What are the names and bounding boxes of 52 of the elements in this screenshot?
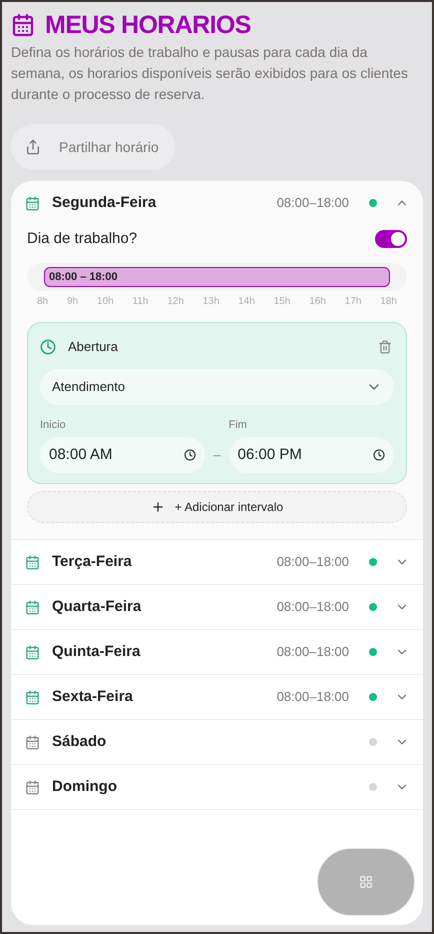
day-name: Quarta-Feira (52, 596, 142, 617)
day-name: Terça-Feira (52, 552, 133, 572)
hour-tick: 13h (202, 295, 220, 309)
day-hours: 08:00–18:00 (276, 643, 349, 662)
day-name: Sábado (52, 732, 108, 752)
hour-tick: 11h (132, 295, 148, 309)
day-hours: 08:00–18:00 (276, 598, 349, 616)
interval-type-select[interactable]: Atendimento (40, 368, 394, 404)
hour-tick: 12h (167, 295, 184, 309)
start-label: Inicio (40, 418, 67, 432)
hour-tick: 14h (238, 295, 255, 309)
end-label: Fim (228, 418, 248, 432)
hour-tick: 9h (66, 295, 78, 309)
interval-title: Abertura (68, 338, 119, 356)
page-title: MEUS HORARIOS (45, 10, 251, 40)
hour-tick: 17h (344, 295, 362, 309)
day-hours: 08:00–18:00 (276, 688, 349, 706)
hour-tick: 8h (37, 295, 48, 309)
day-name: Domingo (52, 776, 118, 797)
page-description: Defina os horários de trabalho e pausas para cada dia da semana, os horarios disponíveis serão exibidos para os clientes durante o processo de reserva. (11, 43, 409, 104)
clock-icon (373, 449, 386, 461)
clock-icon (184, 449, 196, 461)
hour-tick: 15h (274, 295, 290, 309)
day-row[interactable]: Quinta-Feira 08:00–18:00 (11, 630, 423, 674)
day-row[interactable]: Domingo (11, 765, 423, 809)
share-button[interactable]: Partilhar horário (11, 124, 175, 170)
time-range-bar: 08:00 – 18:00 (44, 267, 390, 287)
calendar-icon (11, 13, 35, 37)
hour-tick: 16h (309, 295, 326, 309)
day-row[interactable]: Sexta-Feira 08:00–18:00 (11, 675, 423, 719)
share-icon (25, 139, 41, 155)
day-row[interactable]: Segunda-Feira 08:00–18:00 (11, 181, 423, 225)
day-name: Quinta-Feira (52, 642, 142, 662)
grid-icon (359, 875, 373, 889)
clock-icon (40, 338, 56, 355)
range-separator: – (213, 446, 221, 464)
day-row[interactable]: Terça-Feira 08:00–18:00 (11, 540, 423, 584)
workday-toggle[interactable] (375, 230, 407, 248)
hour-tick: 10h (96, 295, 114, 309)
plus-icon (150, 500, 165, 514)
add-interval-button[interactable]: + Adicionar intervalo (27, 491, 407, 523)
hour-tick: 18h (380, 295, 397, 309)
day-row[interactable]: Sábado (11, 720, 423, 764)
end-time-field[interactable]: 06:00 PM (228, 437, 394, 473)
day-name: Segunda-Feira (52, 192, 158, 213)
day-hours: 08:00–18:00 (276, 194, 349, 212)
day-name: Sexta-Feira (52, 686, 134, 707)
workday-label: Dia de trabalho? (27, 228, 138, 249)
start-time-field[interactable]: 08:00 AM (40, 437, 206, 473)
delete-icon[interactable] (378, 340, 392, 354)
day-row[interactable]: Quarta-Feira 08:00–18:00 (11, 585, 423, 629)
day-hours: 08:00–18:00 (276, 553, 349, 572)
